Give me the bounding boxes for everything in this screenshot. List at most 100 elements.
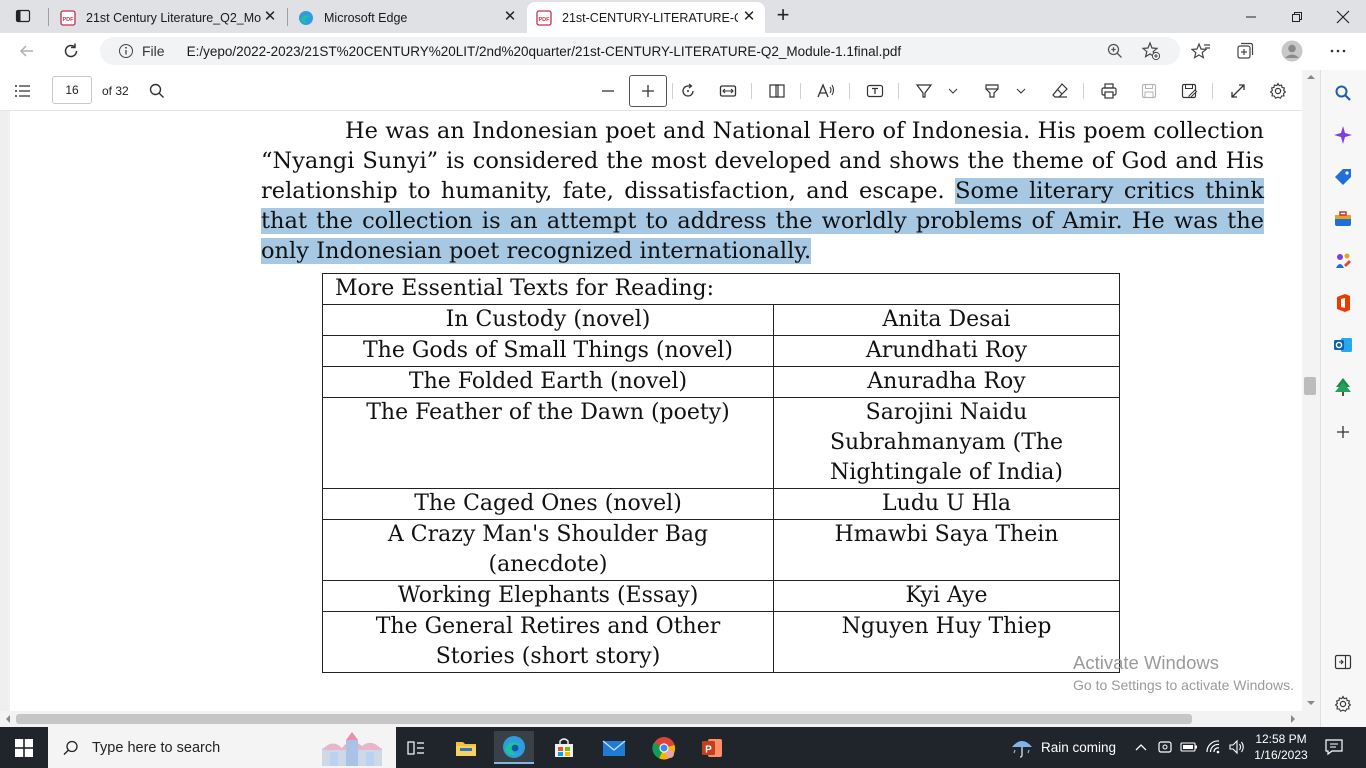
- new-tab-button[interactable]: +: [770, 4, 796, 28]
- book-title: The Folded Earth (novel): [322, 366, 774, 398]
- sidebar-tools-button[interactable]: [1330, 206, 1356, 232]
- add-favorite-button[interactable]: [1138, 38, 1164, 64]
- weather-icon[interactable]: [1010, 735, 1034, 759]
- network-button[interactable]: [1203, 737, 1223, 757]
- scroll-up-icon[interactable]: [1302, 72, 1320, 82]
- draw-options-button[interactable]: [945, 78, 961, 104]
- draw-button[interactable]: [911, 78, 937, 104]
- url-field[interactable]: File E:/yepo/2022-2023/21ST%20CENTURY%20…: [100, 37, 1180, 65]
- notification-icon: [1325, 739, 1343, 756]
- sidebar-add-button[interactable]: [1330, 419, 1356, 445]
- zoom-in-button[interactable]: [629, 75, 667, 107]
- rotate-button[interactable]: [675, 78, 701, 104]
- scroll-down-icon[interactable]: [1302, 698, 1320, 708]
- notifications-button[interactable]: [1323, 736, 1345, 758]
- add-text-button[interactable]: [862, 78, 888, 104]
- vertical-scroll-thumb[interactable]: [1304, 377, 1316, 395]
- tab-pdf-1[interactable]: PDF 21st Century Literature_Q2_Mod ✕: [52, 2, 286, 33]
- highlight-button[interactable]: [979, 78, 1005, 104]
- minimize-icon: [1246, 16, 1256, 17]
- fit-to-width-button[interactable]: [715, 78, 741, 104]
- shopping-tag-icon: [1335, 169, 1351, 185]
- taskbar-search-box[interactable]: Type here to search: [48, 727, 396, 768]
- sidebar-discover-button[interactable]: [1330, 122, 1356, 148]
- powerpoint-button[interactable]: P: [692, 731, 732, 764]
- tab-title: Microsoft Edge: [324, 10, 408, 25]
- close-tab-icon[interactable]: ✕: [741, 9, 757, 25]
- volume-button[interactable]: [1227, 737, 1247, 757]
- sidebar-drop-button[interactable]: [1330, 374, 1356, 400]
- find-button[interactable]: [144, 78, 170, 104]
- erase-button[interactable]: [1047, 78, 1073, 104]
- chrome-button[interactable]: [644, 731, 684, 764]
- close-window-button[interactable]: [1320, 0, 1366, 33]
- task-view-button[interactable]: [396, 731, 436, 764]
- pdf-settings-button[interactable]: [1265, 78, 1291, 104]
- profile-button[interactable]: [1279, 38, 1305, 64]
- essential-texts-table: More Essential Texts for Reading: In Cus…: [322, 273, 1120, 673]
- save-as-button[interactable]: [1176, 78, 1202, 104]
- meet-now-button[interactable]: [1155, 737, 1175, 757]
- more-icon: [1330, 49, 1346, 53]
- tab-title: 21st-CENTURY-LITERATURE-Q2_: [562, 10, 738, 25]
- sidebar-settings-button[interactable]: [1330, 691, 1356, 717]
- horizontal-scroll-thumb[interactable]: [16, 714, 1192, 724]
- contents-button[interactable]: [10, 78, 36, 104]
- store-button[interactable]: [544, 731, 584, 764]
- weather-label[interactable]: Rain coming: [1041, 740, 1116, 755]
- file-explorer-button[interactable]: [446, 731, 486, 764]
- scroll-left-icon[interactable]: [3, 711, 13, 727]
- sidebar-collapse-icon: [1334, 654, 1352, 670]
- minimize-button[interactable]: [1228, 0, 1274, 33]
- read-aloud-button[interactable]: [813, 78, 839, 104]
- book-title: A Crazy Man's Shoulder Bag (anecdote): [322, 519, 774, 581]
- read-aloud-icon: [817, 83, 835, 98]
- file-scheme-label: File: [142, 43, 165, 59]
- hide-sidebar-button[interactable]: [1330, 649, 1356, 675]
- refresh-button[interactable]: [56, 37, 86, 65]
- scroll-right-icon[interactable]: [1288, 711, 1298, 727]
- tab-actions-button[interactable]: [8, 5, 38, 27]
- pdf-icon: PDF: [60, 9, 76, 26]
- watermark-title: Activate Windows: [1073, 652, 1219, 673]
- mail-button[interactable]: [594, 731, 634, 764]
- save-button[interactable]: [1136, 78, 1162, 104]
- start-button[interactable]: [0, 727, 48, 768]
- print-button[interactable]: [1096, 78, 1122, 104]
- info-icon[interactable]: [118, 43, 134, 59]
- sidebar-office-button[interactable]: [1330, 290, 1356, 316]
- page-view-button[interactable]: [764, 78, 790, 104]
- highlight-options-button[interactable]: [1013, 78, 1029, 104]
- settings-more-button[interactable]: [1325, 38, 1351, 64]
- book-author: Nguyen Huy Thiep: [773, 611, 1120, 673]
- pdf-page-viewport[interactable]: He was an Indonesian poet and National H…: [0, 111, 1302, 711]
- close-tab-icon[interactable]: ✕: [262, 9, 278, 25]
- favorites-button[interactable]: [1188, 38, 1214, 64]
- sidebar-games-button[interactable]: [1330, 248, 1356, 274]
- restore-button[interactable]: [1274, 0, 1320, 33]
- fullscreen-button[interactable]: [1225, 78, 1251, 104]
- plus-icon: [1337, 426, 1349, 438]
- book-title: The Gods of Small Things (novel): [322, 335, 774, 367]
- plus-icon: [642, 85, 654, 97]
- system-clock[interactable]: 12:58 PM 1/16/2023: [1250, 731, 1312, 763]
- show-hidden-icons-button[interactable]: [1131, 737, 1151, 757]
- sidebar-shopping-button[interactable]: [1330, 164, 1356, 190]
- tab-edge[interactable]: Microsoft Edge ✕: [290, 2, 526, 33]
- sidebar-outlook-button[interactable]: [1330, 332, 1356, 358]
- zoom-button[interactable]: [1102, 38, 1128, 64]
- battery-button[interactable]: [1179, 737, 1199, 757]
- svg-text:PDF: PDF: [63, 17, 75, 23]
- edge-taskbar-button[interactable]: [494, 731, 534, 764]
- sidebar-search-button[interactable]: [1330, 80, 1356, 106]
- zoom-out-button[interactable]: [595, 78, 621, 104]
- store-icon: [555, 737, 573, 757]
- tab-pdf-active[interactable]: PDF 21st-CENTURY-LITERATURE-Q2_ ✕: [527, 2, 765, 33]
- watermark-subtitle: Go to Settings to activate Windows.: [1073, 677, 1294, 693]
- body-paragraph: He was an Indonesian poet and National H…: [261, 116, 1264, 266]
- collections-button[interactable]: [1232, 38, 1258, 64]
- page-number-input[interactable]: 16: [52, 76, 92, 104]
- search-highlight-illustration-icon: [322, 732, 382, 766]
- close-tab-icon[interactable]: ✕: [502, 9, 518, 25]
- back-button[interactable]: [12, 37, 42, 65]
